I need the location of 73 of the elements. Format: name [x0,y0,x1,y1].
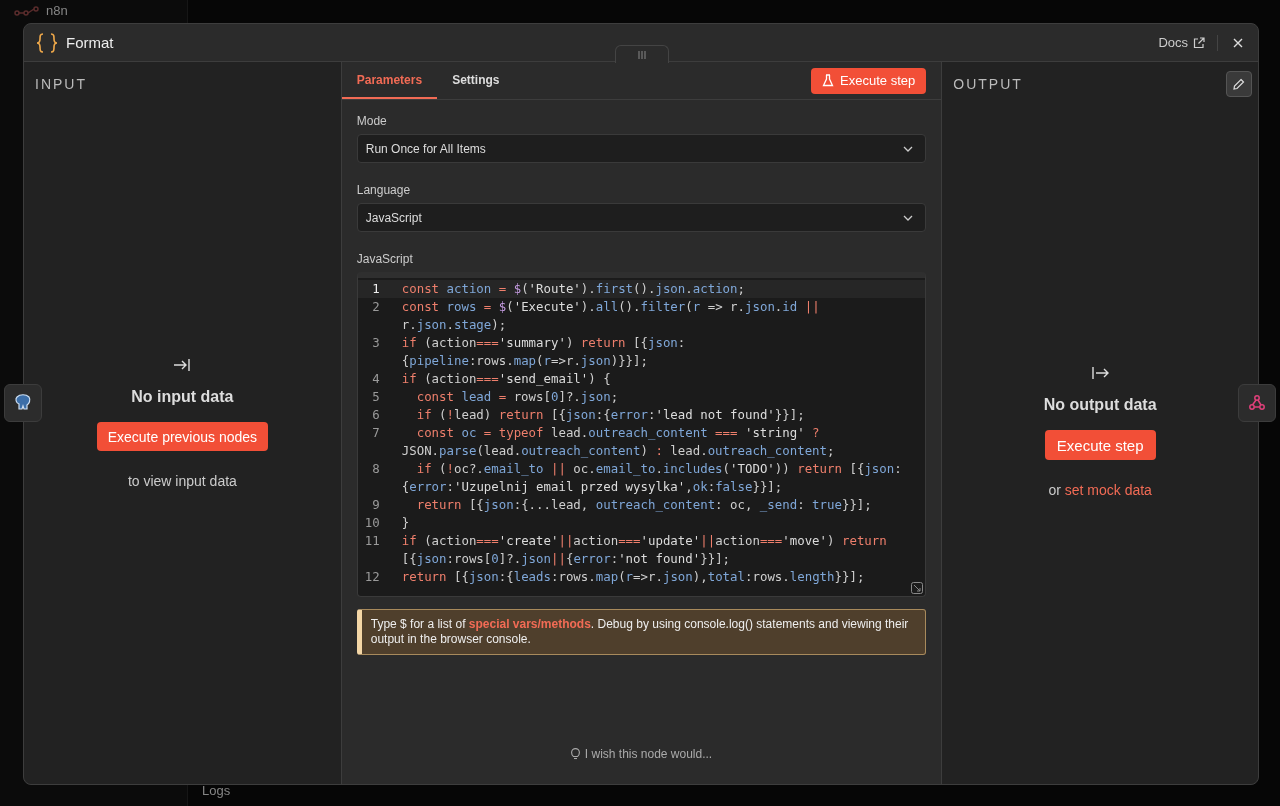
dropdown-field[interactable]: JavaScript [356,203,927,232]
drag-handle[interactable] [615,45,669,63]
code-line: {pipeline:rows.map(r=>r.json)}}]; [401,352,649,370]
code-line: const lead = rows[0]?.json; [415,388,619,406]
external-link-icon [1193,36,1205,49]
field-label: JavaScript [356,252,414,266]
line-number: 11 [363,532,381,550]
line-number: 10 [363,514,381,532]
code-line: const action = $('Route').first().json.action; [401,280,745,298]
code-line: return [{json:{leads:rows.map(r=>r.json),total:rows.length}}]; [401,568,865,586]
code-line: return [{json:{...lead, outreach_content: oc, _send: true}}]; [415,496,872,514]
execute-previous-nodes-button[interactable]: Execute previous nodes [96,422,269,451]
flask-icon [822,74,835,87]
line-number: 4 [371,370,381,388]
window-title: Format [66,34,114,51]
line-number: 2 [371,298,381,316]
code-line: {error:'Uzupelnij email przed wysylka',ok:false}}]; [401,478,784,496]
logs-tab[interactable]: Logs [202,783,231,798]
arrow-from-bar-icon [1091,366,1110,380]
code-line: const rows = $('Execute').all().filter(r => r.json.id || [401,298,820,316]
notice-text: Type $ for a list of special vars/methods. Debug by using console.log() statements and viewing their output in the browser console. [370,617,909,646]
line-number: 12 [363,568,381,586]
code-editor[interactable] [356,272,927,597]
dropdown-field[interactable]: Run Once for All Items [356,134,927,163]
set-mock-data-link[interactable]: set mock data [1064,482,1152,498]
braces-icon [36,32,58,53]
previous-node-button[interactable] [4,384,42,422]
chevron-down-icon [903,145,914,152]
code-line: r.json.stage); [401,316,508,334]
next-node-button[interactable] [1238,384,1276,422]
line-number: 7 [371,424,381,442]
empty-state-title: No output data [1043,396,1157,414]
empty-state-hint: to view input data [127,473,237,489]
empty-state-hint: or set mock data [1048,482,1152,498]
code-line: if (!oc?.email_to || oc.email_to.includes('TODO')) return [{json: [415,460,902,478]
webhook-icon [1248,394,1266,412]
special-vars-link[interactable]: special vars/methods [468,617,591,631]
grip-icon [638,50,646,59]
chevron-down-icon [903,214,914,221]
code-line: [{json:rows[0]?.json||{error:'not found'}}]; [401,550,732,568]
line-number: 5 [371,388,381,406]
close-icon[interactable] [1232,36,1244,49]
docs-link[interactable]: Docs [1158,35,1205,50]
code-line: const oc = typeof lead.outreach_content === 'string' ? [415,424,821,442]
edit-button[interactable] [1226,71,1252,97]
field-label: Mode [356,114,388,128]
line-number: 9 [371,496,381,514]
lightbulb-icon [570,748,580,760]
pencil-icon [1233,78,1245,90]
feedback-link[interactable]: I wish this node would... [570,747,713,761]
app-logo-text: n8n [46,3,68,18]
input-heading: INPUT [35,76,87,92]
field-label: Language [356,183,412,197]
resize-icon[interactable] [911,582,924,594]
line-number: 1 [371,280,381,298]
code-line: if (action==='summary') return [{json: [401,334,686,352]
code-line: JSON.parse(lead.outreach_content) : lead.outreach_content; [401,442,835,460]
line-number: 6 [371,406,381,424]
code-line: if (!lead) return [{json:{error:'lead not found'}}]; [415,406,805,424]
code-line: if (action==='create'||action==='update'||action==='move') return [401,532,887,550]
execute-step-button[interactable]: Execute step [811,67,927,94]
execute-step-button[interactable]: Execute step [1044,430,1156,460]
line-number: 8 [371,460,381,478]
code-line: if (action==='send_email') { [401,370,611,388]
logo-icon [14,4,40,17]
output-heading: OUTPUT [953,76,1023,92]
elephant-icon [13,393,33,413]
empty-state-title: No input data [131,388,234,406]
tab[interactable]: Parameters [341,62,438,99]
tab[interactable]: Settings [437,62,515,99]
arrow-to-bar-icon [173,358,192,372]
line-number: 3 [371,334,381,352]
code-line: } [401,514,410,532]
